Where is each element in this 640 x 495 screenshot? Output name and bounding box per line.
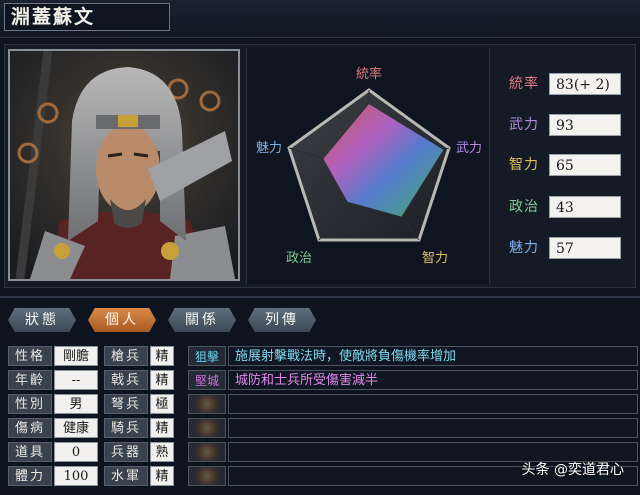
radar-label-right: 武力 [456, 141, 482, 156]
character-name: 淵蓋蘇文 [4, 3, 170, 31]
skill-description-empty [228, 418, 638, 438]
skill-description: 城防和士兵所受傷害減半 [228, 370, 638, 390]
stat-label: 智力 [509, 157, 539, 173]
section-divider [0, 296, 640, 298]
stat-row-war: 武力 93 [495, 114, 635, 136]
personal-label: 性格 [8, 346, 52, 366]
skill-slot-empty[interactable] [188, 394, 226, 414]
personal-label: 體力 [8, 466, 52, 486]
personal-label: 道具 [8, 442, 52, 462]
radar-label-left: 魅力 [256, 141, 282, 156]
tab-status[interactable]: 狀態 [8, 308, 76, 332]
personal-value: 0 [54, 442, 98, 462]
personal-label: 傷病 [8, 418, 52, 438]
troop-label: 戟兵 [104, 370, 148, 390]
stat-value: 43 [549, 196, 621, 218]
stat-value: 65 [549, 154, 621, 176]
stat-row-intelligence: 智力 65 [495, 154, 635, 176]
stat-value: 57 [549, 237, 621, 259]
personal-value: 剛膽 [54, 346, 98, 366]
troop-value: 精 [150, 466, 174, 486]
personal-label: 年齡 [8, 370, 52, 390]
radar-label-top: 統率 [356, 66, 382, 82]
radar-label-bottom-left: 政治 [286, 251, 312, 266]
stat-value: 83(+ 2) [549, 73, 621, 95]
skill-slot-empty[interactable] [188, 466, 226, 486]
skill-name[interactable]: 狙擊 [188, 346, 226, 366]
skill-description-empty [228, 394, 638, 414]
troop-label: 騎兵 [104, 418, 148, 438]
skill-name[interactable]: 堅城 [188, 370, 226, 390]
tab-personal[interactable]: 個人 [88, 308, 156, 332]
troop-value: 精 [150, 418, 174, 438]
radar-chart: 統率 武力 智力 政治 魅力 [246, 48, 490, 284]
stat-label: 武力 [509, 117, 539, 133]
stat-label: 魅力 [509, 240, 539, 256]
skill-slot-empty[interactable] [188, 418, 226, 438]
personal-value: 男 [54, 394, 98, 414]
troop-label: 兵器 [104, 442, 148, 462]
troop-label: 弩兵 [104, 394, 148, 414]
personal-value: -- [54, 370, 98, 390]
troop-value: 精 [150, 346, 174, 366]
tab-biography[interactable]: 列傳 [248, 308, 316, 332]
tab-bar: 狀態 個人 關係 列傳 [0, 308, 640, 336]
troop-label: 水軍 [104, 466, 148, 486]
personal-label: 性別 [8, 394, 52, 414]
skill-description: 施展射擊戰法時，使敵將負傷機率增加 [228, 346, 638, 366]
skill-slot-empty[interactable] [188, 442, 226, 462]
stat-label: 統率 [509, 76, 539, 92]
stat-value: 93 [549, 114, 621, 136]
troop-value: 精 [150, 370, 174, 390]
stat-row-charisma: 魅力 57 [495, 237, 635, 259]
stat-label: 政治 [509, 199, 539, 215]
troop-value: 極 [150, 394, 174, 414]
stat-row-politics: 政治 43 [495, 196, 635, 218]
personal-value: 100 [54, 466, 98, 486]
radar-label-bottom-right: 智力 [422, 251, 448, 266]
stat-row-command: 統率 83(+ 2) [495, 73, 635, 95]
tab-relations[interactable]: 關係 [168, 308, 236, 332]
personal-value: 健康 [54, 418, 98, 438]
troop-value: 熟 [150, 442, 174, 462]
troop-label: 槍兵 [104, 346, 148, 366]
watermark: 头条 @奕道君心 [521, 462, 624, 478]
character-portrait [8, 49, 240, 281]
